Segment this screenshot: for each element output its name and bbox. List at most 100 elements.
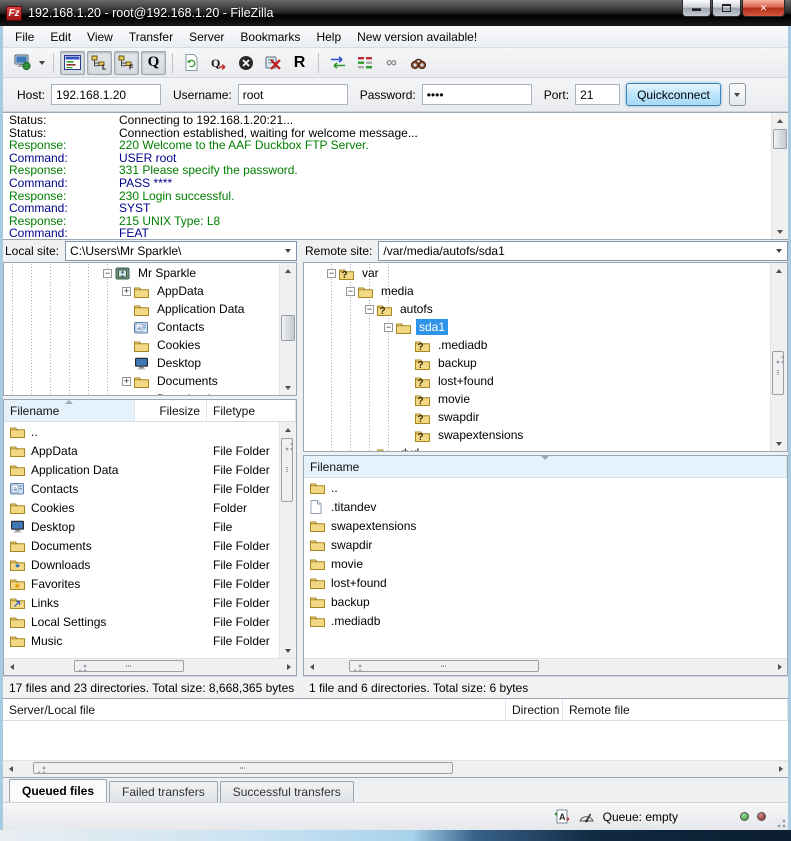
collapse-icon[interactable]: [103, 269, 112, 278]
quickconnect-button[interactable]: Quickconnect: [626, 83, 721, 106]
remote-list-hscrollbar[interactable]: [304, 658, 787, 675]
menu-item-transfer[interactable]: Transfer: [121, 27, 181, 47]
menu-item-new-version-available[interactable]: New version available!: [349, 27, 485, 47]
queue-column-header-direction[interactable]: Direction: [506, 699, 563, 720]
tree-item[interactable]: ?var: [304, 264, 769, 282]
speed-limits-icon[interactable]: [578, 810, 595, 823]
file-list-row[interactable]: ..: [4, 422, 279, 441]
tab-failed-transfers[interactable]: Failed transfers: [109, 781, 218, 802]
file-list-row[interactable]: ..: [304, 478, 787, 497]
menu-item-view[interactable]: View: [79, 27, 121, 47]
scrollbar-thumb[interactable]: [281, 438, 293, 502]
file-list-row[interactable]: swapdir: [304, 535, 787, 554]
expand-icon[interactable]: [122, 395, 131, 396]
file-list-row[interactable]: lost+found: [304, 573, 787, 592]
message-log-scrollbar[interactable]: [771, 113, 788, 239]
menu-item-server[interactable]: Server: [181, 27, 232, 47]
host-input[interactable]: [51, 84, 161, 105]
remote-tree-scrollbar[interactable]: [770, 263, 787, 451]
expand-icon[interactable]: [122, 287, 131, 296]
local-list-hscrollbar[interactable]: [4, 658, 296, 675]
find-files-button[interactable]: [406, 51, 431, 75]
tree-item[interactable]: Application Data: [4, 300, 278, 318]
local-tree-scrollbar[interactable]: [279, 263, 296, 395]
file-list-row[interactable]: Local SettingsFile Folder: [4, 612, 279, 631]
file-list-row[interactable]: movie: [304, 554, 787, 573]
scroll-down-icon[interactable]: [771, 436, 787, 451]
tree-item[interactable]: AppData: [4, 282, 278, 300]
column-header-filesize[interactable]: Filesize: [135, 400, 207, 421]
file-list-row[interactable]: backup: [304, 592, 787, 611]
scroll-left-icon[interactable]: [3, 761, 18, 777]
site-manager-dropdown-button[interactable]: [35, 51, 48, 75]
menu-item-edit[interactable]: Edit: [42, 27, 79, 47]
file-list-row[interactable]: swapextensions: [304, 516, 787, 535]
toggle-local-tree-button[interactable]: L: [87, 51, 112, 75]
file-list-row[interactable]: aContactsFile Folder: [4, 479, 279, 498]
menu-item-bookmarks[interactable]: Bookmarks: [232, 27, 308, 47]
collapse-icon[interactable]: [346, 287, 355, 296]
column-header-filetype[interactable]: Filetype: [207, 400, 296, 421]
toggle-message-log-button[interactable]: [60, 51, 85, 75]
file-list-row[interactable]: Application DataFile Folder: [4, 460, 279, 479]
queue-column-header-remote-file[interactable]: Remote file: [563, 699, 788, 720]
file-list-row[interactable]: .mediadb: [304, 611, 787, 630]
scrollbar-thumb[interactable]: [349, 660, 539, 672]
quickconnect-dropdown-button[interactable]: [729, 83, 746, 106]
synchronized-browsing-button[interactable]: ∞: [379, 51, 404, 75]
password-input[interactable]: [422, 84, 532, 105]
refresh-button[interactable]: [179, 51, 204, 75]
scroll-up-icon[interactable]: [280, 263, 296, 278]
remote-site-combobox[interactable]: /var/media/autofs/sda1: [378, 241, 788, 261]
file-list-row[interactable]: ★FavoritesFile Folder: [4, 574, 279, 593]
expand-icon[interactable]: [122, 377, 131, 386]
tree-item[interactable]: ?backup: [304, 354, 769, 372]
queue-hscrollbar[interactable]: [3, 760, 788, 777]
file-list-row[interactable]: AppDataFile Folder: [4, 441, 279, 460]
maximize-button[interactable]: [712, 0, 741, 17]
local-site-combobox[interactable]: C:\Users\Mr Sparkle\: [65, 241, 297, 261]
scroll-right-icon[interactable]: [281, 659, 296, 675]
transfer-type-icon[interactable]: A: [554, 809, 570, 824]
tree-item[interactable]: Mr Sparkle: [4, 264, 278, 282]
resize-grip[interactable]: [774, 816, 786, 828]
file-list-row[interactable]: DesktopFile: [4, 517, 279, 536]
file-list-row[interactable]: .titandev: [304, 497, 787, 516]
menu-item-file[interactable]: File: [7, 27, 42, 47]
scroll-down-icon[interactable]: [280, 380, 296, 395]
site-manager-button[interactable]: [9, 51, 34, 75]
tree-item[interactable]: ?swapdir: [304, 408, 769, 426]
column-header-filename[interactable]: Filename: [4, 400, 135, 421]
tree-item[interactable]: Desktop: [4, 354, 278, 372]
disconnect-button[interactable]: [260, 51, 285, 75]
file-list-row[interactable]: CookiesFolder: [4, 498, 279, 517]
tree-item[interactable]: ?.mediadb: [304, 336, 769, 354]
close-button[interactable]: ✕: [742, 0, 785, 17]
port-input[interactable]: [575, 84, 620, 105]
column-header-filename[interactable]: Filename: [304, 456, 787, 477]
scroll-right-icon[interactable]: [773, 761, 788, 777]
cancel-button[interactable]: [233, 51, 258, 75]
toggle-queue-button[interactable]: Q: [141, 51, 166, 75]
scroll-left-icon[interactable]: [304, 659, 319, 675]
file-list-row[interactable]: DocumentsFile Folder: [4, 536, 279, 555]
tree-item[interactable]: ?lost+found: [304, 372, 769, 390]
username-input[interactable]: [238, 84, 348, 105]
collapse-icon[interactable]: [365, 305, 374, 314]
tree-item[interactable]: Cookies: [4, 336, 278, 354]
toggle-remote-tree-button[interactable]: F: [114, 51, 139, 75]
scroll-up-icon[interactable]: [772, 113, 788, 128]
tab-successful-transfers[interactable]: Successful transfers: [220, 781, 354, 802]
scroll-right-icon[interactable]: [772, 659, 787, 675]
tree-item[interactable]: ?movie: [304, 390, 769, 408]
scrollbar-thumb[interactable]: [773, 129, 787, 149]
tab-queued-files[interactable]: Queued files: [9, 779, 107, 802]
file-list-row[interactable]: LinksFile Folder: [4, 593, 279, 612]
tree-item[interactable]: aContacts: [4, 318, 278, 336]
tree-item[interactable]: Downloads: [4, 390, 278, 395]
minimize-button[interactable]: ▬: [682, 0, 711, 17]
directory-listing-filters-button[interactable]: [352, 51, 377, 75]
scroll-down-icon[interactable]: [280, 643, 296, 658]
collapse-icon[interactable]: [327, 269, 336, 278]
tree-item[interactable]: Documents: [4, 372, 278, 390]
